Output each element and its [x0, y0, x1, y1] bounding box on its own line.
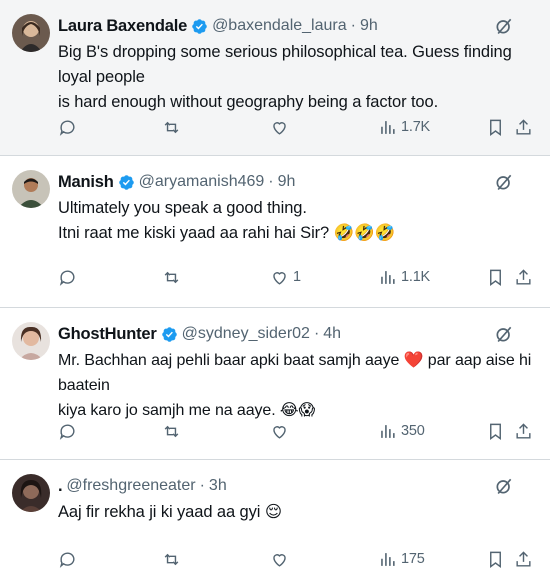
display-name[interactable]: Laura Baxendale — [58, 17, 187, 36]
reply-icon — [59, 423, 75, 440]
heart-icon — [273, 271, 286, 285]
separator: · — [199, 477, 205, 494]
separator: · — [350, 17, 356, 34]
heart-icon — [273, 121, 286, 135]
grok-icon[interactable] — [494, 172, 514, 192]
verified-badge-icon — [118, 174, 134, 190]
timestamp[interactable]: 9h — [278, 173, 296, 191]
bookmark-button[interactable] — [486, 266, 505, 288]
share-icon — [516, 550, 531, 567]
avatar[interactable] — [12, 322, 50, 360]
grok-icon[interactable] — [494, 324, 514, 344]
handle[interactable]: @freshgreeneater — [66, 477, 195, 495]
handle[interactable]: @aryamanish469 — [139, 173, 265, 191]
display-name[interactable]: Manish — [58, 173, 114, 192]
share-button[interactable] — [514, 548, 533, 570]
views-icon — [381, 270, 395, 284]
reply-button[interactable] — [58, 420, 77, 442]
views-icon — [381, 120, 395, 134]
avatar[interactable] — [12, 170, 50, 208]
like-button[interactable] — [270, 420, 293, 442]
view-count: 1.1K — [401, 269, 431, 285]
action-bar: 175 — [58, 548, 540, 570]
view-count: 350 — [401, 423, 425, 439]
repost-icon — [164, 425, 179, 437]
tweet[interactable]: Manish @aryamanish469 · 9h Ultimately yo… — [0, 156, 550, 308]
tweet-text: Aaj fir rekha ji ki yaad aa gyi 😌 — [58, 503, 282, 521]
bookmark-button[interactable] — [486, 548, 505, 570]
views-button[interactable]: 175 — [378, 548, 425, 570]
timestamp[interactable]: 9h — [360, 17, 378, 35]
tweet[interactable]: Laura Baxendale @baxendale_laura · 9h Bi… — [0, 0, 550, 156]
repost-button[interactable] — [162, 116, 181, 138]
reply-button[interactable] — [58, 548, 77, 570]
share-button[interactable] — [514, 266, 533, 288]
verified-badge-icon — [161, 326, 177, 342]
tweet[interactable]: GhostHunter @sydney_sider02 · 4h Mr. Bac… — [0, 308, 550, 460]
handle[interactable]: @baxendale_laura — [212, 17, 347, 35]
heart-icon — [273, 553, 286, 567]
reply-icon — [59, 119, 75, 136]
bookmark-icon — [490, 269, 501, 286]
tweet-text: Ultimately you speak a good thing. Itni … — [58, 199, 395, 242]
grok-icon[interactable] — [494, 16, 514, 36]
bookmark-button[interactable] — [486, 116, 505, 138]
tweet-header: Laura Baxendale @baxendale_laura · 9h — [58, 15, 378, 37]
share-button[interactable] — [514, 116, 533, 138]
reply-icon — [59, 551, 75, 568]
views-icon — [381, 552, 395, 566]
reply-button[interactable] — [58, 116, 77, 138]
tweet-header: . @freshgreeneater · 3h — [58, 475, 227, 497]
views-button[interactable]: 350 — [378, 420, 425, 442]
tweet-header: Manish @aryamanish469 · 9h — [58, 171, 295, 193]
avatar[interactable] — [12, 14, 50, 52]
timestamp[interactable]: 4h — [323, 325, 341, 343]
like-count: 1 — [293, 269, 301, 285]
views-button[interactable]: 1.1K — [378, 266, 430, 288]
display-name[interactable]: GhostHunter — [58, 325, 157, 344]
grok-icon[interactable] — [494, 476, 514, 496]
tweet[interactable]: . @freshgreeneater · 3h Aaj fir rekha ji… — [0, 460, 550, 580]
share-icon — [516, 268, 531, 285]
timestamp[interactable]: 3h — [209, 477, 227, 495]
like-button[interactable] — [270, 116, 293, 138]
bookmark-icon — [490, 119, 501, 136]
repost-icon — [164, 553, 179, 565]
bookmark-icon — [490, 423, 501, 440]
views-button[interactable]: 1.7K — [378, 116, 430, 138]
separator: · — [313, 325, 320, 342]
view-count: 175 — [401, 551, 425, 567]
tweet-text: Mr. Bachhan aaj pehli baar apki baat sam… — [58, 352, 532, 419]
action-bar: 1 1.1K — [58, 266, 540, 288]
tweet-header: GhostHunter @sydney_sider02 · 4h — [58, 323, 341, 345]
repost-button[interactable] — [162, 266, 181, 288]
reply-feed: Laura Baxendale @baxendale_laura · 9h Bi… — [0, 0, 550, 580]
display-name[interactable]: . — [58, 477, 63, 496]
repost-icon — [164, 121, 179, 133]
handle[interactable]: @sydney_sider02 — [182, 325, 310, 343]
avatar[interactable] — [12, 474, 50, 512]
share-icon — [516, 422, 531, 439]
bookmark-icon — [490, 551, 501, 568]
like-button[interactable] — [270, 548, 293, 570]
separator: · — [268, 173, 274, 190]
repost-button[interactable] — [162, 420, 181, 442]
heart-icon — [273, 425, 286, 439]
tweet-text: Big B's dropping some serious philosophi… — [58, 43, 512, 111]
action-bar: 1.7K — [58, 116, 540, 138]
repost-icon — [164, 271, 179, 283]
like-button[interactable]: 1 — [270, 266, 301, 288]
action-bar: 350 — [58, 420, 540, 442]
bookmark-button[interactable] — [486, 420, 505, 442]
reply-button[interactable] — [58, 266, 77, 288]
repost-button[interactable] — [162, 548, 181, 570]
reply-icon — [59, 269, 75, 286]
views-icon — [381, 424, 395, 438]
verified-badge-icon — [192, 18, 207, 34]
share-icon — [516, 118, 531, 135]
share-button[interactable] — [514, 420, 533, 442]
